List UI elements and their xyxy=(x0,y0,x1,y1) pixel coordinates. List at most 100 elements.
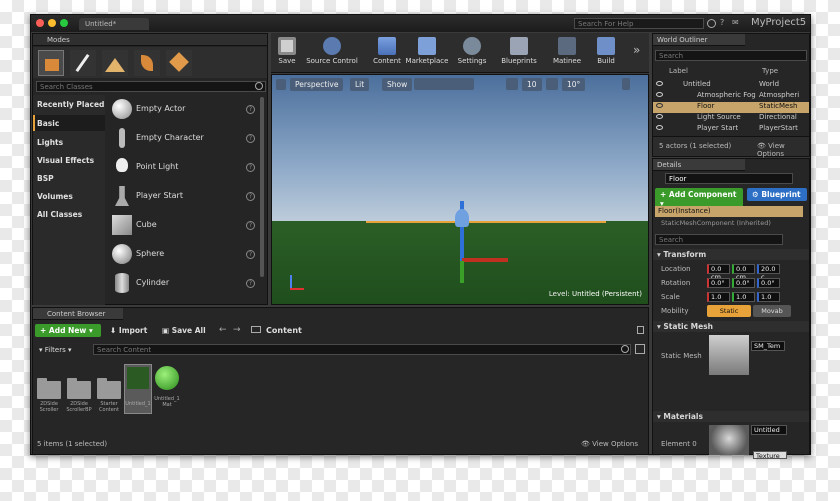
class-item-player-start[interactable]: Player Start? xyxy=(106,184,262,210)
scale-y-input[interactable]: 1.0 xyxy=(732,292,755,302)
document-tab[interactable]: Untitled* xyxy=(79,18,149,30)
content-search-input[interactable]: Search Content xyxy=(93,344,631,355)
viewport-menu-icon[interactable] xyxy=(276,79,286,90)
folder-starter-content[interactable] xyxy=(97,378,121,399)
folder-2dside-scroller[interactable] xyxy=(37,378,61,399)
help-icon[interactable]: ? xyxy=(720,18,730,28)
details-tab[interactable]: Details xyxy=(653,159,745,171)
component-floor-instance[interactable]: Floor(Instance) xyxy=(655,206,803,217)
content-view-options[interactable]: 👁 View Options xyxy=(581,440,638,448)
class-item-sphere[interactable]: Sphere? xyxy=(106,242,262,268)
viewport[interactable]: Perspective Lit Show 10 10° Level: Untit… xyxy=(271,74,649,305)
visibility-icon[interactable] xyxy=(656,81,663,86)
save-button[interactable]: Save xyxy=(274,37,300,65)
location-y-input[interactable]: 0.0 cm xyxy=(732,264,755,281)
search-classes-input[interactable]: Search Classes xyxy=(36,81,266,92)
texture-dropdown[interactable]: Texture xyxy=(753,451,787,460)
class-item-empty-actor[interactable]: Empty Actor? xyxy=(106,97,262,123)
outliner-row[interactable]: Light Source Directional xyxy=(653,113,809,124)
category-basic[interactable]: Basic xyxy=(37,119,59,128)
rotation-y-input[interactable]: 0.0° xyxy=(732,278,755,288)
blueprints-button[interactable]: Blueprints xyxy=(497,37,541,65)
content-button[interactable]: Content xyxy=(369,37,405,65)
source-control-button[interactable]: Source Control xyxy=(305,37,359,65)
import-button[interactable]: ⬇ Import xyxy=(105,324,152,337)
material-dropdown[interactable]: Untitled xyxy=(751,425,787,435)
help-icon[interactable]: ? xyxy=(246,279,255,288)
view-options-button[interactable]: 👁 View Options xyxy=(757,142,809,158)
location-x-input[interactable]: 0.0 cm xyxy=(707,264,730,281)
content-browser-tab[interactable]: Content Browser xyxy=(33,308,123,320)
modes-scrollbar[interactable] xyxy=(260,97,264,277)
visibility-icon[interactable] xyxy=(656,125,663,130)
minimize-icon[interactable] xyxy=(48,19,56,27)
place-mode-icon[interactable] xyxy=(38,50,64,76)
search-icon[interactable] xyxy=(707,19,716,28)
class-item-point-light[interactable]: Point Light? xyxy=(106,155,262,181)
matinee-button[interactable]: Matinee xyxy=(547,37,587,65)
actor-name-input[interactable]: Floor xyxy=(665,173,793,184)
search-icon[interactable] xyxy=(255,82,263,90)
build-button[interactable]: Build xyxy=(591,37,621,65)
grid-size-button[interactable]: 10 xyxy=(522,78,542,91)
material-asset-thumbnail[interactable] xyxy=(155,366,179,390)
column-label[interactable]: Label xyxy=(669,67,688,75)
help-icon[interactable]: ? xyxy=(246,250,255,259)
visibility-icon[interactable] xyxy=(656,103,663,108)
blueprint-button[interactable]: ⚙ Blueprint xyxy=(747,188,807,201)
rotation-z-input[interactable]: 0.0° xyxy=(757,278,780,288)
static-mesh-thumbnail[interactable] xyxy=(709,335,749,375)
help-icon[interactable]: ? xyxy=(246,163,255,172)
rotation-x-input[interactable]: 0.0° xyxy=(707,278,730,288)
filters-button[interactable]: ▾ Filters ▾ xyxy=(39,346,71,354)
save-search-icon[interactable] xyxy=(635,344,645,354)
help-icon[interactable]: ? xyxy=(246,192,255,201)
outliner-row[interactable]: Untitled World xyxy=(653,80,809,91)
back-arrow-icon[interactable]: ← xyxy=(219,325,227,335)
material-thumbnail[interactable] xyxy=(709,425,749,455)
gizmo-y-axis[interactable] xyxy=(460,261,464,283)
gizmo-x-axis[interactable] xyxy=(462,258,508,262)
location-z-input[interactable]: 20.0 c xyxy=(757,264,780,281)
forward-arrow-icon[interactable]: → xyxy=(233,325,241,335)
toolbar-expand-icon[interactable]: » xyxy=(633,43,640,57)
folder-2dside-scroller-bp[interactable] xyxy=(67,378,91,399)
class-item-empty-character[interactable]: Empty Character? xyxy=(106,126,262,152)
outliner-row-selected[interactable]: Floor StaticMesh xyxy=(653,102,809,113)
static-mesh-dropdown[interactable]: SM_Tem xyxy=(751,341,785,351)
scale-x-input[interactable]: 1.0 xyxy=(707,292,730,302)
lit-button[interactable]: Lit xyxy=(350,78,370,91)
world-outliner-tab[interactable]: World Outliner xyxy=(653,34,745,46)
feedback-icon[interactable]: ✉ xyxy=(732,18,742,28)
show-button[interactable]: Show xyxy=(382,78,413,91)
help-search-input[interactable]: Search For Help xyxy=(574,18,704,29)
help-icon[interactable]: ? xyxy=(246,134,255,143)
location-label[interactable]: Location xyxy=(661,265,691,273)
paint-mode-icon[interactable] xyxy=(70,50,96,76)
visibility-icon[interactable] xyxy=(656,92,663,97)
materials-section[interactable]: ▾ Materials xyxy=(653,411,809,422)
outliner-row[interactable]: Atmospheric Fog Atmospheri xyxy=(653,91,809,102)
outliner-search-input[interactable]: Search xyxy=(655,50,807,61)
path-breadcrumb[interactable]: Content xyxy=(266,326,302,335)
category-volumes[interactable]: Volumes xyxy=(37,192,73,201)
help-icon[interactable]: ? xyxy=(246,105,255,114)
maximize-icon[interactable] xyxy=(60,19,68,27)
add-new-button[interactable]: + Add New ▾ xyxy=(35,324,101,337)
foliage-mode-icon[interactable] xyxy=(134,50,160,76)
perspective-button[interactable]: Perspective xyxy=(290,78,344,91)
category-lights[interactable]: Lights xyxy=(37,138,63,147)
help-icon[interactable]: ? xyxy=(246,221,255,230)
save-all-button[interactable]: ▣ Save All xyxy=(157,324,211,337)
class-item-cube[interactable]: Cube? xyxy=(106,213,262,239)
scale-label[interactable]: Scale xyxy=(661,293,680,301)
class-item-cylinder[interactable]: Cylinder? xyxy=(106,271,262,297)
mobility-movable-button[interactable]: Movab xyxy=(753,305,791,317)
rotation-label[interactable]: Rotation xyxy=(661,279,690,287)
column-type[interactable]: Type xyxy=(762,67,778,75)
close-icon[interactable] xyxy=(36,19,44,27)
viewport-maximize-icon[interactable] xyxy=(622,78,630,90)
category-recently-placed[interactable]: Recently Placed xyxy=(37,100,104,109)
category-all-classes[interactable]: All Classes xyxy=(37,210,82,219)
settings-button[interactable]: Settings xyxy=(455,37,489,65)
